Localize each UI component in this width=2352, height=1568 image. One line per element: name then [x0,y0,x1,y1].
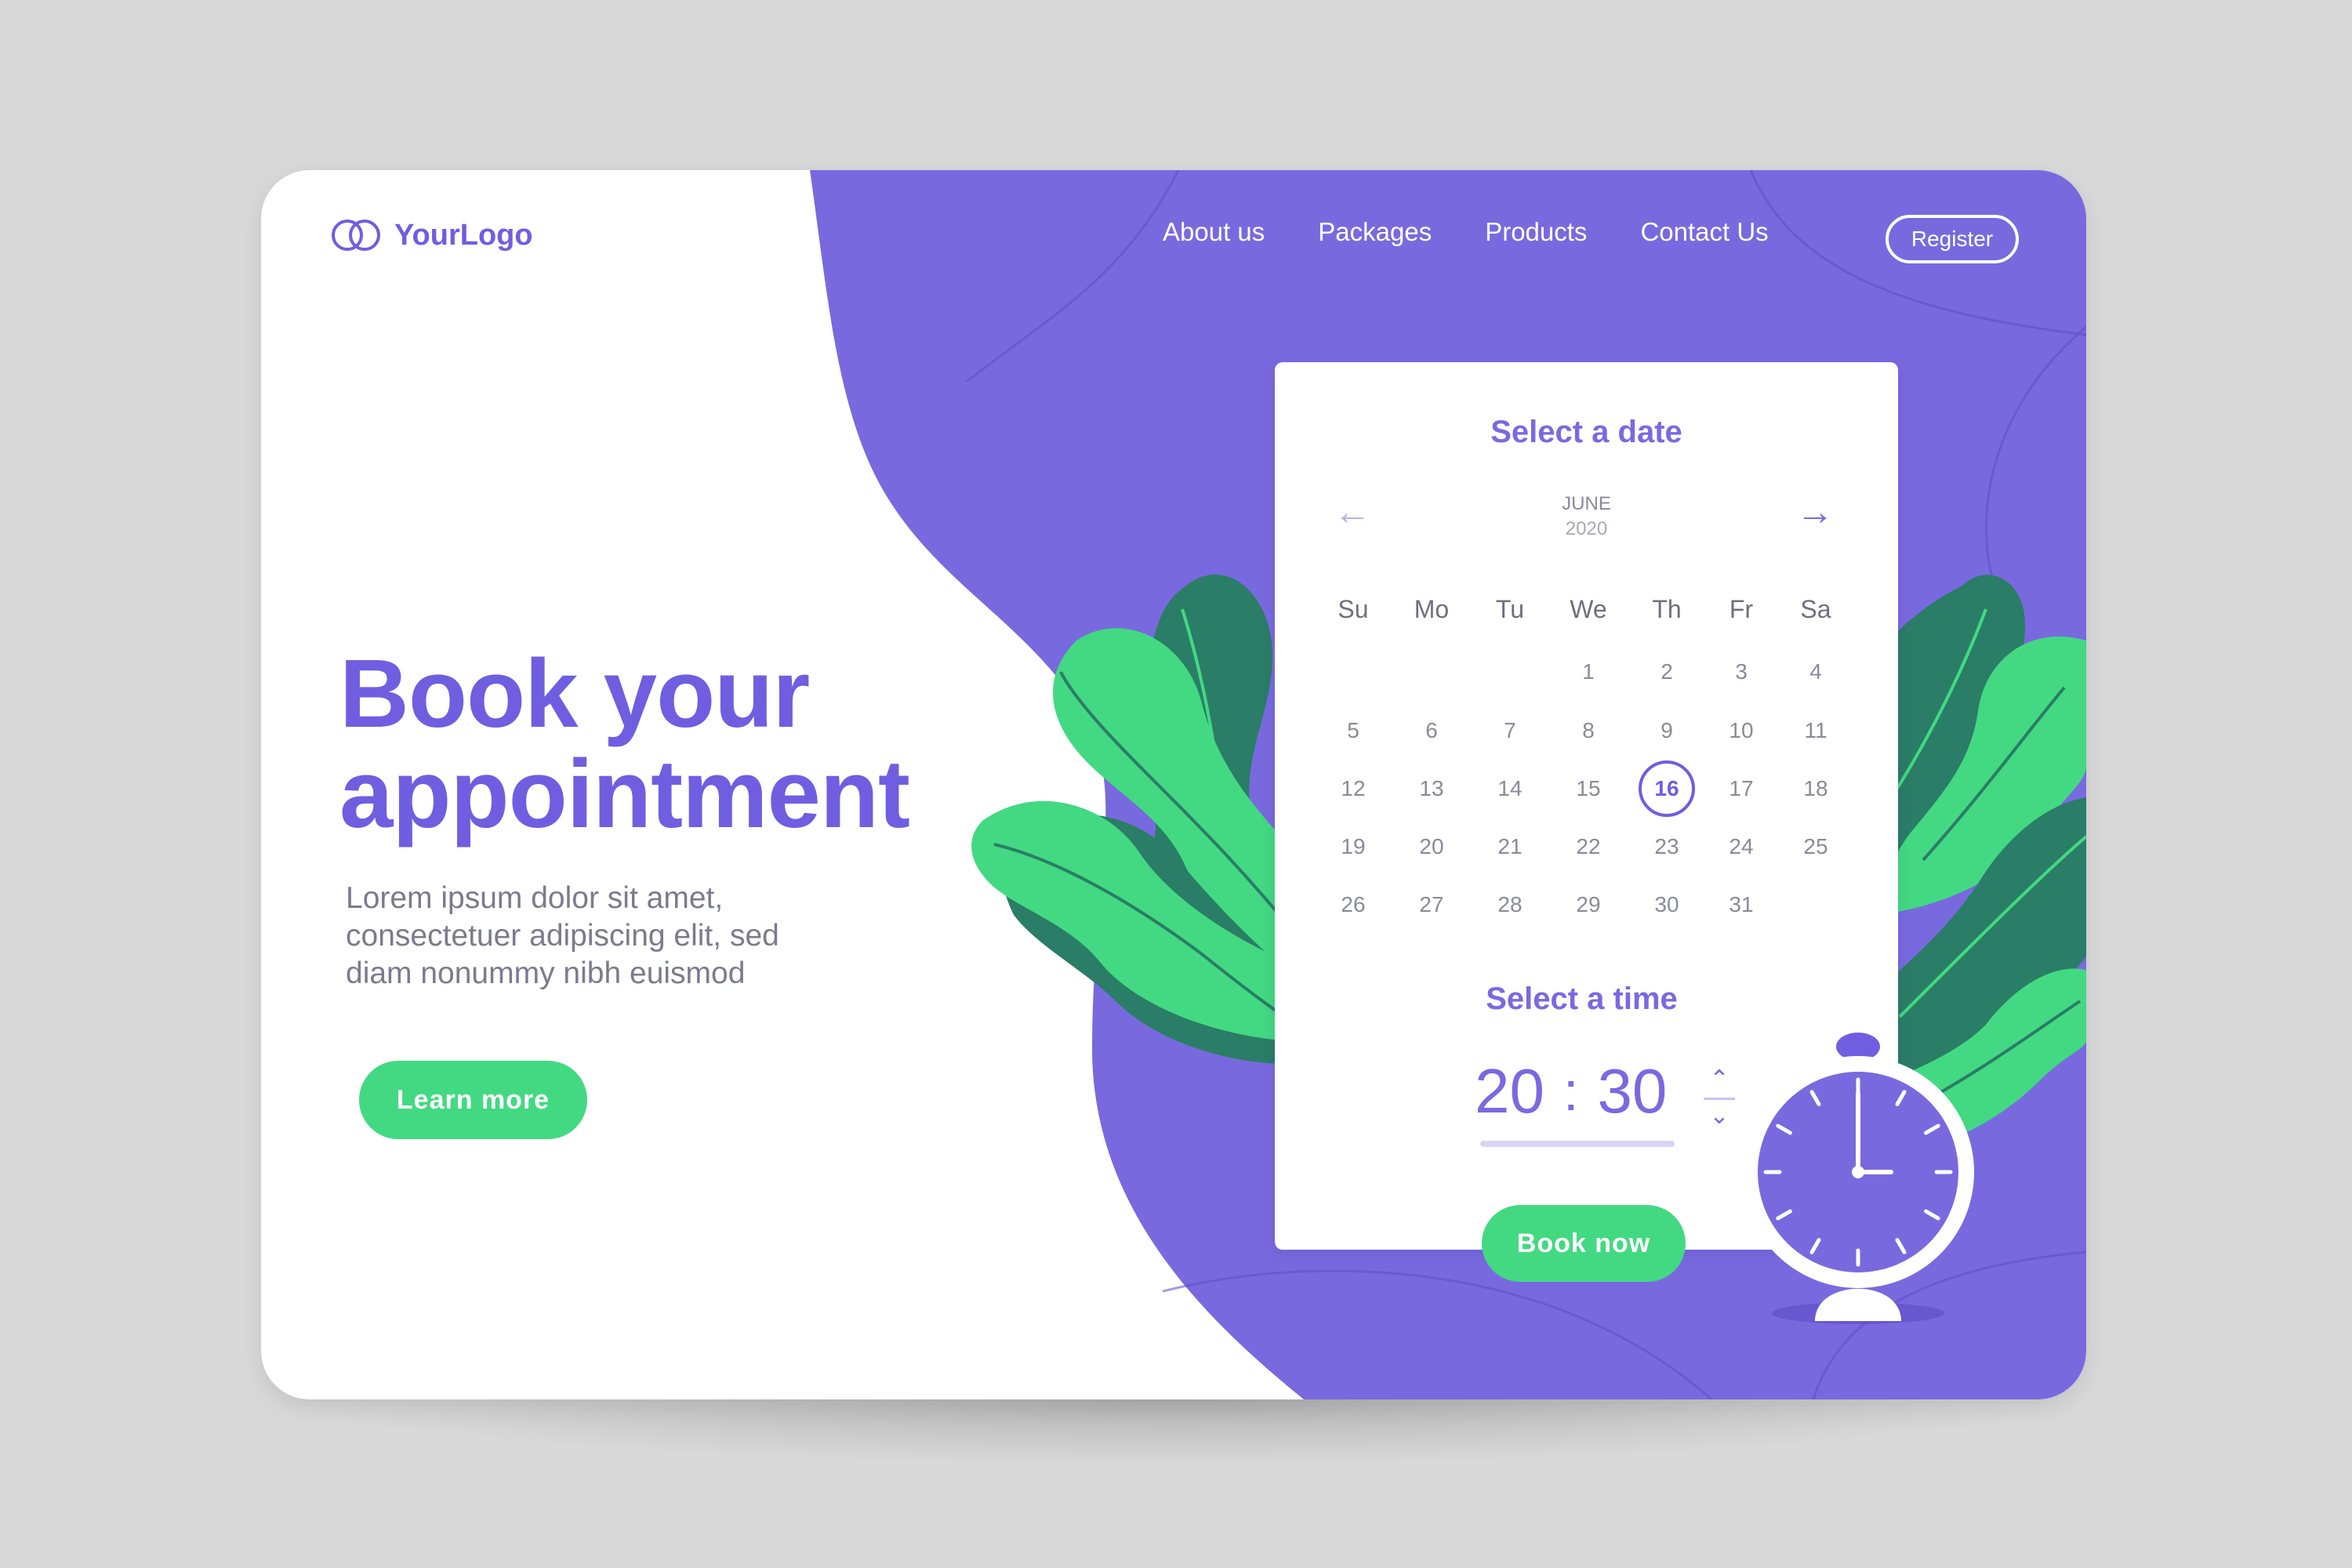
weekday-sa: Sa [1800,595,1831,623]
hero-description-line-3: diam nonummy nibh euismod [346,956,746,990]
calendar-day[interactable]: 2 [1635,656,1698,688]
stepper-divider [1704,1098,1735,1100]
calendar-day[interactable]: 19 [1322,831,1385,862]
alarm-clock-icon [1742,1033,1974,1324]
calendar-day[interactable]: 27 [1400,889,1463,920]
calendar-day[interactable]: 9 [1635,715,1698,746]
calendar-day[interactable]: 10 [1710,715,1773,746]
minutes-value[interactable]: 30 [1597,1056,1667,1127]
time-display: 20 : 30 [1475,1056,1667,1127]
calendar-day[interactable]: 31 [1710,889,1773,920]
calendar-day[interactable]: 3 [1710,656,1773,688]
time-separator: : [1563,1061,1579,1122]
hero-description: Lorem ipsum dolor sit amet, consectetuer… [346,880,848,993]
book-now-button[interactable]: Book now [1482,1205,1686,1282]
calendar-day[interactable]: 4 [1784,656,1847,688]
calendar-day[interactable]: 28 [1479,889,1541,920]
calendar-day-selected[interactable]: 16 [1635,773,1698,804]
weekday-su: Su [1338,595,1369,623]
interlocking-rings-icon [332,220,380,251]
nav-contact-us[interactable]: Contact Us [1640,217,1768,247]
select-time-title: Select a time [1486,982,1678,1016]
hero-description-line-1: Lorem ipsum dolor sit amet, [346,881,724,915]
calendar-day[interactable]: 18 [1784,773,1847,804]
weekday-tu: Tu [1495,595,1525,623]
logo-text: YourLogo [394,218,533,252]
weekday-we: We [1570,595,1607,623]
calendar-day[interactable]: 30 [1635,889,1698,920]
learn-more-button[interactable]: Learn more [359,1061,587,1139]
main-nav: About us Packages Products Contact Us [1163,217,1822,247]
calendar-day[interactable]: 13 [1400,773,1463,804]
calendar-day[interactable]: 7 [1479,715,1541,746]
calendar-day[interactable]: 14 [1479,773,1541,804]
logo[interactable]: YourLogo [330,217,533,253]
calendar-day[interactable]: 15 [1557,773,1620,804]
hours-value[interactable]: 20 [1475,1056,1544,1127]
calendar-day[interactable]: 1 [1557,656,1620,688]
select-date-title: Select a date [1490,415,1682,449]
nav-about-us[interactable]: About us [1163,217,1265,247]
calendar-day[interactable]: 21 [1479,831,1541,862]
arrow-right-icon[interactable]: → [1796,494,1834,532]
chevron-down-icon[interactable]: ⌄ [1704,1105,1735,1130]
calendar-day[interactable]: 29 [1557,889,1620,920]
nav-products[interactable]: Products [1485,217,1587,247]
hero-title: Book your appointment [339,644,1045,845]
calendar-day[interactable]: 12 [1322,773,1385,804]
calendar-day[interactable]: 8 [1557,715,1620,746]
weekday-mo: Mo [1414,595,1450,623]
hero-title-line-1: Book your [339,641,810,748]
hero-title-line-2: appointment [339,741,910,848]
calendar-day[interactable]: 6 [1400,715,1463,746]
calendar-day[interactable]: 24 [1710,831,1773,862]
hero-description-line-2: consectetuer adipiscing elit, sed [346,919,779,953]
weekday-fr: Fr [1729,595,1754,623]
time-stepper: ⌃ ⌄ [1704,1068,1735,1130]
calendar-day[interactable]: 5 [1322,715,1385,746]
calendar-day[interactable]: 11 [1784,715,1847,746]
weekday-th: Th [1652,595,1682,623]
calendar-day[interactable]: 25 [1784,831,1847,862]
calendar-day[interactable]: 22 [1557,831,1620,862]
calendar-day[interactable]: 17 [1710,773,1773,804]
calendar-day[interactable]: 20 [1400,831,1463,862]
calendar-day[interactable]: 26 [1322,889,1385,920]
chevron-up-icon[interactable]: ⌃ [1704,1068,1735,1093]
nav-packages[interactable]: Packages [1318,217,1432,247]
register-button[interactable]: Register [1886,215,2019,263]
time-underline [1480,1141,1675,1147]
calendar-day[interactable]: 23 [1635,831,1698,862]
